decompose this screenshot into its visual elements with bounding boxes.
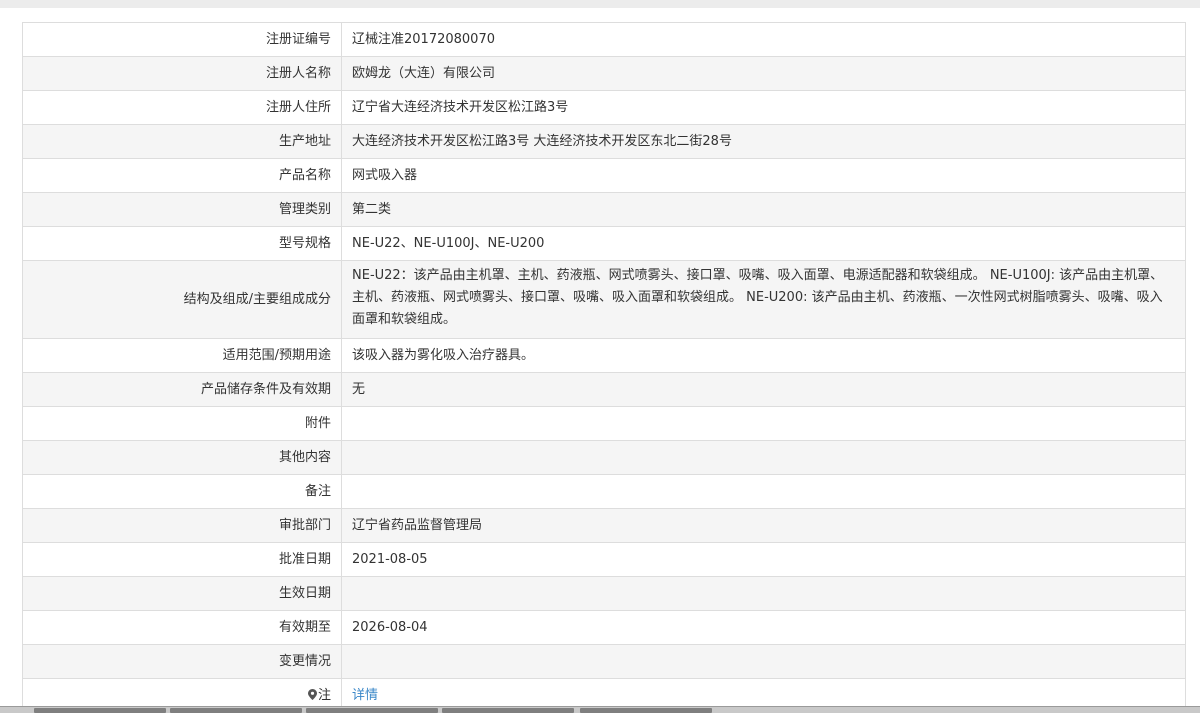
- row-label: 适用范围/预期用途: [22, 338, 342, 373]
- table-row: 注册人住所 辽宁省大连经济技术开发区松江路3号: [22, 90, 1186, 125]
- note-label: 注: [317, 687, 331, 703]
- row-label: 有效期至: [22, 610, 342, 645]
- row-value: 辽宁省药品监督管理局: [341, 508, 1186, 543]
- row-value: 第二类: [341, 192, 1186, 227]
- taskbar-item[interactable]: [170, 708, 302, 713]
- row-value: 欧姆龙（大连）有限公司: [341, 56, 1186, 91]
- table-row: 适用范围/预期用途 该吸入器为雾化吸入治疗器具。: [22, 338, 1186, 373]
- table-row: 审批部门 辽宁省药品监督管理局: [22, 508, 1186, 543]
- table-row: 附件: [22, 406, 1186, 441]
- top-bar: [0, 0, 1200, 8]
- table-row: 产品名称 网式吸入器: [22, 158, 1186, 193]
- table-row: 注册人名称 欧姆龙（大连）有限公司: [22, 56, 1186, 91]
- row-value: [341, 576, 1186, 611]
- row-label: 注册人名称: [22, 56, 342, 91]
- row-value: 辽械注准20172080070: [341, 22, 1186, 57]
- table-row: 生效日期: [22, 576, 1186, 611]
- row-label: 批准日期: [22, 542, 342, 577]
- table-row: 结构及组成/主要组成成分 NE-U22：该产品由主机罩、主机、药液瓶、网式喷雾头…: [22, 260, 1186, 339]
- row-value: NE-U22、NE-U100J、NE-U200: [341, 226, 1186, 261]
- table-row: 批准日期 2021-08-05: [22, 542, 1186, 577]
- row-label: 生效日期: [22, 576, 342, 611]
- table-row: 产品储存条件及有效期 无: [22, 372, 1186, 407]
- row-value: NE-U22：该产品由主机罩、主机、药液瓶、网式喷雾头、接口罩、吸嘴、吸入面罩、…: [341, 260, 1186, 339]
- row-label: 附件: [22, 406, 342, 441]
- row-value: [341, 474, 1186, 509]
- note-pin-icon: [307, 688, 317, 700]
- taskbar-item[interactable]: [34, 708, 166, 713]
- table-row: 生产地址 大连经济技术开发区松江路3号 大连经济技术开发区东北二街28号: [22, 124, 1186, 159]
- row-value: 无: [341, 372, 1186, 407]
- detail-panel: 注册证编号 辽械注准20172080070 注册人名称 欧姆龙（大连）有限公司 …: [0, 8, 1200, 713]
- table-row: 有效期至 2026-08-04: [22, 610, 1186, 645]
- row-label: 其他内容: [22, 440, 342, 475]
- row-value: [341, 644, 1186, 679]
- row-label: 产品储存条件及有效期: [22, 372, 342, 407]
- taskbar-item[interactable]: [306, 708, 438, 713]
- table-row: 管理类别 第二类: [22, 192, 1186, 227]
- row-label: 变更情况: [22, 644, 342, 679]
- row-value: 网式吸入器: [341, 158, 1186, 193]
- row-value: 辽宁省大连经济技术开发区松江路3号: [341, 90, 1186, 125]
- table-row: 备注: [22, 474, 1186, 509]
- row-value: 2021-08-05: [341, 542, 1186, 577]
- row-value: [341, 406, 1186, 441]
- table-row: 注册证编号 辽械注准20172080070: [22, 22, 1186, 57]
- registration-detail-table: 注册证编号 辽械注准20172080070 注册人名称 欧姆龙（大连）有限公司 …: [22, 22, 1186, 713]
- taskbar-item[interactable]: [442, 708, 574, 713]
- table-row: 变更情况: [22, 644, 1186, 679]
- row-value: 该吸入器为雾化吸入治疗器具。: [341, 338, 1186, 373]
- table-row: 型号规格 NE-U22、NE-U100J、NE-U200: [22, 226, 1186, 261]
- row-label: 生产地址: [22, 124, 342, 159]
- row-label: 注册人住所: [22, 90, 342, 125]
- row-label: 型号规格: [22, 226, 342, 261]
- row-value: 2026-08-04: [341, 610, 1186, 645]
- row-label: 管理类别: [22, 192, 342, 227]
- row-label: 审批部门: [22, 508, 342, 543]
- details-link[interactable]: 详情: [352, 688, 378, 703]
- row-label: 注册证编号: [22, 22, 342, 57]
- row-label: 结构及组成/主要组成成分: [22, 260, 342, 339]
- taskbar-item[interactable]: [580, 708, 712, 713]
- row-label: 备注: [22, 474, 342, 509]
- row-value: [341, 440, 1186, 475]
- table-row: 其他内容: [22, 440, 1186, 475]
- row-value: 大连经济技术开发区松江路3号 大连经济技术开发区东北二街28号: [341, 124, 1186, 159]
- row-label: 产品名称: [22, 158, 342, 193]
